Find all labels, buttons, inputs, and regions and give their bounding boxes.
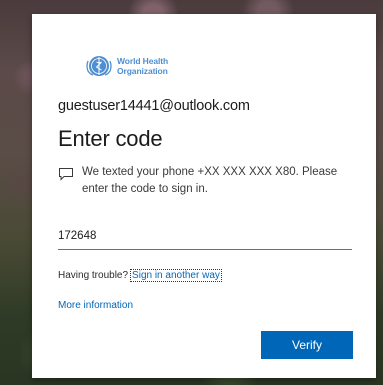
who-emblem-icon <box>86 56 112 76</box>
code-input[interactable] <box>58 222 352 250</box>
sms-message: We texted your phone +XX XXX XXX X80. Pl… <box>58 164 358 198</box>
account-email: guestuser14441@outlook.com <box>58 98 250 114</box>
organization-name: World Health Organization <box>117 56 168 76</box>
signin-card: World Health Organization guestuser14441… <box>32 14 376 378</box>
more-information-link[interactable]: More information <box>58 300 133 311</box>
trouble-row: Having trouble? Sign in another way <box>58 269 222 282</box>
sms-message-text: We texted your phone +XX XXX XXX X80. Pl… <box>82 166 338 195</box>
sign-in-another-way-link[interactable]: Sign in another way <box>130 269 222 282</box>
page-title: Enter code <box>58 126 163 151</box>
trouble-label: Having trouble? <box>58 270 129 281</box>
message-bubble-icon <box>59 168 73 181</box>
organization-logo: World Health Organization <box>84 54 168 78</box>
logo-line-1: World Health <box>117 56 169 66</box>
logo-line-2: Organization <box>117 66 168 76</box>
verify-button[interactable]: Verify <box>261 331 353 359</box>
